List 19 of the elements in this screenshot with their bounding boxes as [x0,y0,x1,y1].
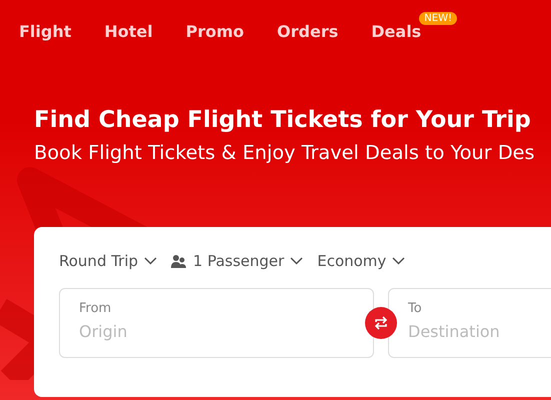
hero-subtitle: Book Flight Tickets & Enjoy Travel Deals to Your Des [34,141,536,164]
option-dropdown[interactable]: 1 Passenger [171,252,304,270]
option-dropdown[interactable]: Economy [317,252,406,270]
new-badge: NEW! [419,12,457,25]
chevron-down-icon [392,257,406,265]
field-label: To [408,301,423,316]
swap-button[interactable] [365,307,397,339]
nav-link[interactable]: Deals [371,22,422,41]
nav-link[interactable]: Orders [277,22,338,41]
nav-link[interactable]: Promo [186,22,244,41]
field-label: From [79,301,112,316]
nav-link[interactable]: Flight [19,22,72,41]
people-icon [171,254,188,268]
swap-icon [373,316,389,330]
option-dropdown[interactable]: Round Trip [59,252,158,270]
chevron-down-icon [144,257,158,265]
nav-link[interactable]: Hotel [104,22,153,41]
hero-title: Find Cheap Flight Tickets for Your Trip [34,107,532,133]
chevron-down-icon [290,257,304,265]
